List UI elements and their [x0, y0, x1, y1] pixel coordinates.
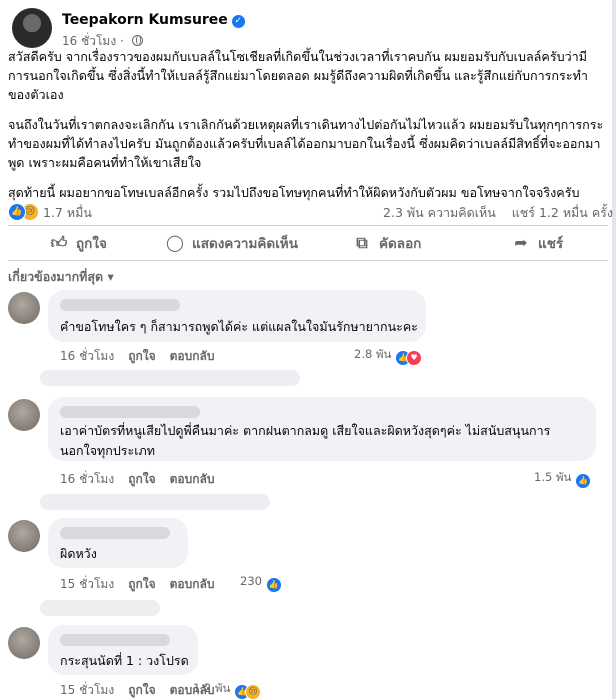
comment-reply-button[interactable]: ตอบกลับ — [170, 472, 215, 486]
divider — [8, 260, 608, 261]
copy-label: คัดลอก — [379, 236, 422, 252]
comment-text: กระสุนนัดที่ 1 : วงโปรด — [60, 653, 189, 668]
sort-label: เกี่ยวข้องมากที่สุด — [8, 269, 104, 284]
comment-button[interactable]: ◯ แสดงความคิดเห็น — [166, 228, 298, 258]
comment-time[interactable]: 16 ชั่วโมง — [60, 472, 114, 486]
copy-icon: ⧉ — [356, 233, 368, 252]
comment-reaction-count: 1.5 พัน — [534, 470, 572, 484]
comment-reactions[interactable]: 230 👍 — [240, 574, 282, 593]
post-paragraph: จนถึงในวันที่เราตกลงจะเลิกกัน เราเลิกกัน… — [8, 117, 604, 170]
comment-reactions[interactable]: 1.2 พัน 👍😢 — [193, 680, 262, 700]
comment-bubble: ผิดหวัง — [48, 518, 188, 568]
reaction-count[interactable]: 1.7 หมื่น — [43, 203, 92, 223]
collapsed-reply[interactable] — [40, 370, 300, 386]
like-reaction-icon: 👍 — [8, 203, 26, 221]
comment-like-button[interactable]: ถูกใจ — [128, 683, 155, 697]
post-body: สวัสดีครับ จากเรื่องราวของผมกับเบลล์ในโซ… — [8, 47, 608, 213]
comment-reply-button[interactable]: ตอบกลับ — [170, 577, 215, 591]
comment-reaction-count: 230 — [240, 574, 262, 588]
comment-time[interactable]: 15 ชั่วโมง — [60, 683, 114, 697]
comment-like-button[interactable]: ถูกใจ — [128, 472, 155, 486]
comment-meta: 16 ชั่วโมง ถูกใจ ตอบกลับ — [60, 347, 228, 366]
share-label: แชร์ — [538, 236, 564, 252]
author-name-row: Teepakorn Kumsuree ✓ — [62, 12, 245, 28]
author-avatar[interactable] — [12, 8, 52, 48]
post-time[interactable]: 16 ชั่วโมง — [62, 34, 116, 48]
post-paragraph: สุดท้ายนี้ ผมอยากขอโทษเบลล์อีกครั้ง รวมไ… — [8, 185, 580, 200]
comment-sort-dropdown[interactable]: เกี่ยวข้องมากที่สุด ▾ — [8, 267, 114, 287]
engagement-counts: 2.3 พัน ความคิดเห็น แชร์ 1.2 หมื่น ครั้ง — [383, 203, 613, 223]
like-label: ถูกใจ — [76, 236, 107, 252]
comment-label: แสดงความคิดเห็น — [192, 236, 298, 252]
comment-reaction-count: 1.2 พัน — [193, 681, 231, 695]
commenter-name[interactable] — [60, 634, 170, 646]
thumbs-up-icon: 👍︎ — [50, 233, 68, 252]
like-reaction-icon: 👍 — [575, 473, 592, 489]
comment-bubble-icon: ◯ — [166, 233, 184, 252]
like-reaction-icon: 👍 — [265, 577, 282, 593]
action-bar: 👍︎ ถูกใจ ◯ แสดงความคิดเห็น ⧉ คัดลอก ➦ แชร์ — [8, 228, 608, 260]
commenter-name[interactable] — [60, 299, 180, 311]
comment-time[interactable]: 16 ชั่วโมง — [60, 349, 114, 363]
commenter-avatar[interactable] — [8, 292, 40, 324]
share-count[interactable]: แชร์ 1.2 หมื่น ครั้ง — [512, 205, 613, 220]
comment-count[interactable]: 2.3 พัน ความคิดเห็น — [383, 205, 496, 220]
comment-bubble: เอาค่าบัตรที่หนูเสียไปดูพี่คืนมาค่ะ ตากฝ… — [48, 397, 596, 461]
globe-icon — [131, 35, 143, 46]
comment-bubble: กระสุนนัดที่ 1 : วงโปรด — [48, 625, 198, 675]
caret-down-icon: ▾ — [107, 269, 114, 284]
author-name[interactable]: Teepakorn Kumsuree — [62, 12, 228, 28]
commenter-avatar[interactable] — [8, 399, 40, 431]
reaction-summary: 👍 😢 1.7 หมื่น 2.3 พัน ความคิดเห็น แชร์ 1… — [8, 201, 613, 221]
comment-meta: 15 ชั่วโมง ถูกใจ ตอบกลับ — [60, 575, 228, 594]
comment-like-button[interactable]: ถูกใจ — [128, 577, 155, 591]
comment-reactions[interactable]: 2.8 พัน 👍 ♥ — [354, 346, 423, 366]
comment-bubble: คำขอโทษใคร ๆ ก็สามารถพูดได้ค่ะ แต่แผลในใ… — [48, 290, 426, 342]
comment-item: ผิดหวัง 15 ชั่วโมง ถูกใจ ตอบกลับ 230 👍 — [8, 518, 608, 593]
verified-badge-icon: ✓ — [231, 15, 245, 28]
collapsed-reply[interactable] — [40, 494, 270, 510]
post-paragraph: สวัสดีครับ จากเรื่องราวของผมกับเบลล์ในโซ… — [8, 49, 588, 102]
like-button[interactable]: 👍︎ ถูกใจ — [50, 228, 107, 258]
divider — [8, 225, 608, 226]
share-arrow-icon: ➦ — [514, 233, 528, 252]
commenter-name[interactable] — [60, 527, 170, 539]
comment-text: ผิดหวัง — [60, 546, 97, 561]
comment-reaction-count: 2.8 พัน — [354, 347, 392, 361]
comment-item: เอาค่าบัตรที่หนูเสียไปดูพี่คืนมาค่ะ ตากฝ… — [8, 397, 608, 492]
comment-item: คำขอโทษใคร ๆ ก็สามารถพูดได้ค่ะ แต่แผลในใ… — [8, 290, 608, 370]
comment-text: เอาค่าบัตรที่หนูเสียไปดูพี่คืนมาค่ะ ตากฝ… — [60, 423, 551, 458]
collapsed-reply[interactable] — [40, 600, 160, 616]
comment-time[interactable]: 15 ชั่วโมง — [60, 577, 114, 591]
commenter-avatar[interactable] — [8, 627, 40, 659]
comment-like-button[interactable]: ถูกใจ — [128, 349, 155, 363]
sad-reaction-icon: 😢 — [245, 684, 262, 700]
heart-reaction-icon: ♥ — [406, 350, 423, 366]
share-button[interactable]: ➦ แชร์ — [512, 228, 563, 258]
comment-item: กระสุนนัดที่ 1 : วงโปรด 15 ชั่วโมง ถูกใจต… — [8, 625, 608, 700]
copy-button[interactable]: ⧉ คัดลอก — [353, 228, 421, 258]
comment-text: คำขอโทษใคร ๆ ก็สามารถพูดได้ค่ะ แต่แผลในใ… — [60, 319, 418, 334]
commenter-avatar[interactable] — [8, 520, 40, 552]
comment-reactions[interactable]: 1.5 พัน 👍 — [534, 469, 592, 489]
commenter-name[interactable] — [60, 406, 200, 418]
comment-reply-button[interactable]: ตอบกลับ — [170, 349, 215, 363]
comment-meta: 16 ชั่วโมง ถูกใจ ตอบกลับ — [60, 470, 228, 489]
scrollbar[interactable] — [612, 0, 616, 699]
